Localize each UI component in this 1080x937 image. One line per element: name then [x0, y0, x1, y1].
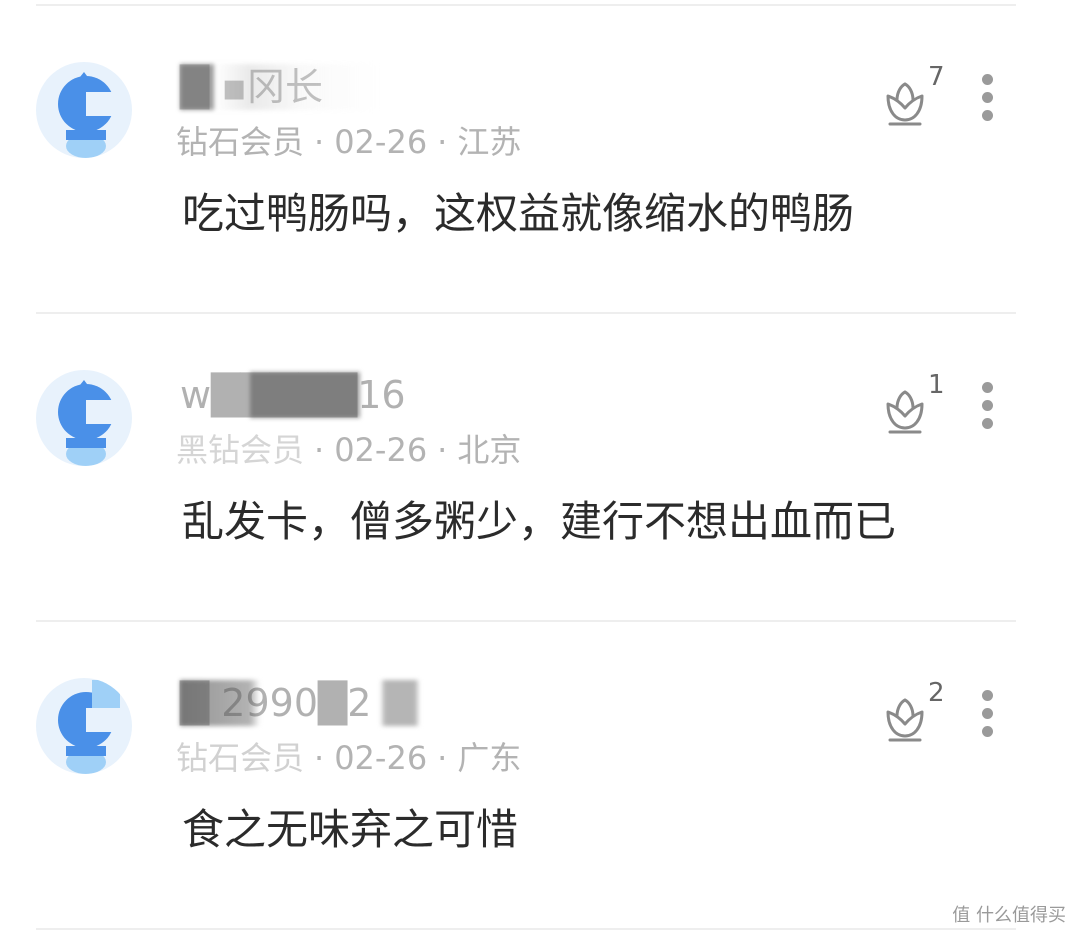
like-count: 2: [928, 678, 945, 708]
more-vertical-icon[interactable]: [974, 688, 1002, 742]
comment-location: 江苏: [457, 123, 522, 161]
separator: ·: [437, 431, 448, 469]
username[interactable]: █ ▪冈长: [180, 64, 440, 110]
separator: ·: [314, 431, 325, 469]
lotus-like-icon: [886, 390, 924, 434]
comment-item: w█████16 黑钻会员 · 02-26 · 北京 乱发卡，僧多粥少，建行不想出血而已…: [0, 370, 1080, 670]
separator: ·: [437, 739, 448, 777]
comment-location: 北京: [457, 431, 522, 469]
comment-date: 02-26: [334, 739, 428, 777]
like-count: 7: [928, 62, 945, 92]
comment-date: 02-26: [334, 123, 428, 161]
comment-location: 广东: [457, 739, 522, 777]
member-level: 钻石会员: [176, 123, 305, 161]
comment-meta: 钻石会员 · 02-26 · 江苏: [176, 122, 521, 162]
divider: [36, 928, 1016, 930]
comment-meta: 钻石会员 · 02-26 · 广东: [176, 738, 521, 778]
divider: [36, 312, 1016, 314]
separator: ·: [314, 123, 325, 161]
default-avatar-icon[interactable]: [36, 370, 132, 466]
username[interactable]: █ 2990█2: [180, 680, 440, 726]
more-vertical-icon[interactable]: [974, 72, 1002, 126]
comment-item: █ ▪冈长 钻石会员 · 02-26 · 江苏 吃过鸭肠吗，这权益就像缩水的鸭肠 7: [0, 62, 1080, 362]
member-level: 钻石会员: [176, 739, 305, 777]
divider: [36, 620, 1016, 622]
like-button[interactable]: 1: [880, 370, 950, 438]
default-avatar-icon[interactable]: [36, 678, 132, 774]
lotus-like-icon: [886, 82, 924, 126]
like-count: 1: [928, 370, 945, 400]
watermark: 值 什么值得买: [952, 905, 1066, 926]
comment-list: █ ▪冈长 钻石会员 · 02-26 · 江苏 吃过鸭肠吗，这权益就像缩水的鸭肠 7: [0, 0, 1080, 937]
comment-text: 食之无味弃之可惜: [182, 805, 519, 854]
more-vertical-icon[interactable]: [974, 380, 1002, 434]
lotus-like-icon: [886, 698, 924, 742]
member-level: 黑钻会员: [176, 431, 305, 469]
like-button[interactable]: 7: [880, 62, 950, 130]
default-avatar-icon[interactable]: [36, 62, 132, 158]
comment-item: █ 2990█2 钻石会员 · 02-26 · 广东 食之无味弃之可惜 2: [0, 678, 1080, 937]
like-button[interactable]: 2: [880, 678, 950, 746]
comment-text: 乱发卡，僧多粥少，建行不想出血而已: [182, 497, 897, 546]
comment-meta: 黑钻会员 · 02-26 · 北京: [176, 430, 521, 470]
comment-text: 吃过鸭肠吗，这权益就像缩水的鸭肠: [182, 189, 855, 238]
separator: ·: [437, 123, 448, 161]
separator: ·: [314, 739, 325, 777]
divider: [36, 4, 1016, 6]
username[interactable]: w█████16: [180, 372, 440, 418]
comment-date: 02-26: [334, 431, 428, 469]
